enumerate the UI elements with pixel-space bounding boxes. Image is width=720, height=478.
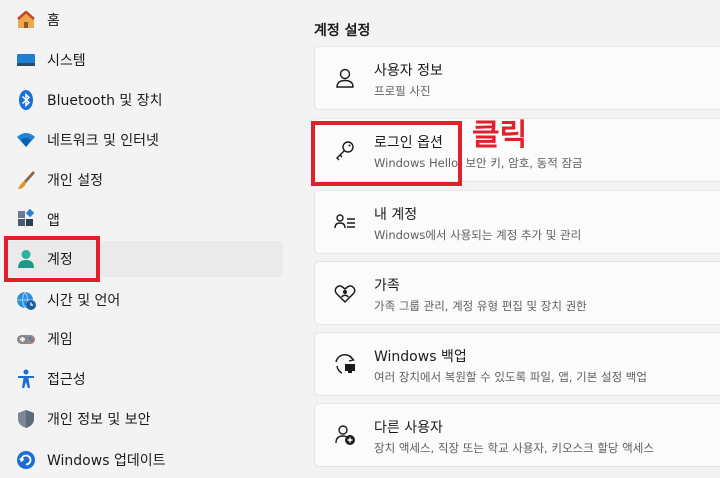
card-title: Windows 백업 <box>374 349 467 365</box>
sidebar-item-system[interactable]: 시스템 <box>4 42 283 78</box>
card-subtitle: 여러 장치에서 복원할 수 있도록 파일, 앱, 기본 설정 백업 <box>374 370 647 384</box>
sidebar-item-label: 시스템 <box>47 53 86 69</box>
monitor-icon <box>14 48 38 72</box>
section-title: 계정 설정 <box>314 23 371 39</box>
sidebar-item-network[interactable]: 네트워크 및 인터넷 <box>4 122 283 158</box>
sidebar-item-home[interactable]: 홈 <box>4 2 283 38</box>
highlight-box-sign-in-options <box>311 121 462 186</box>
sidebar-item-label: 시간 및 언어 <box>47 293 121 309</box>
family-heart-icon <box>332 280 358 306</box>
update-icon <box>14 448 38 472</box>
card-your-accounts[interactable]: 내 계정 Windows에서 사용되는 계정 추가 및 관리 <box>314 190 720 254</box>
accessibility-icon <box>14 367 38 391</box>
brush-icon <box>14 168 38 192</box>
highlight-box-accounts <box>4 236 100 282</box>
card-family[interactable]: 가족 가족 그룹 관리, 계정 유형 편집 및 장치 권한 <box>314 261 720 325</box>
annotation-click-label: 클릭 <box>472 118 528 153</box>
card-subtitle: 프로필 사진 <box>374 84 431 98</box>
sidebar-item-label: 개인 설정 <box>47 173 103 189</box>
sidebar-item-personalization[interactable]: 개인 설정 <box>4 162 283 198</box>
card-title: 내 계정 <box>374 207 418 223</box>
globe-clock-icon <box>14 288 38 312</box>
sidebar-item-label: 앱 <box>47 213 60 229</box>
bluetooth-icon <box>14 88 38 112</box>
sidebar-item-label: Bluetooth 및 장치 <box>47 93 163 109</box>
wifi-icon <box>14 128 38 152</box>
add-user-icon <box>332 422 358 448</box>
sidebar-item-apps[interactable]: 앱 <box>4 202 283 238</box>
home-icon <box>14 8 38 32</box>
card-title: 다른 사용자 <box>374 420 443 436</box>
backup-icon <box>332 351 358 377</box>
card-title: 가족 <box>374 278 400 294</box>
sidebar-item-label: 개인 정보 및 보안 <box>47 412 151 428</box>
sidebar-item-label: 홈 <box>47 13 60 29</box>
card-other-users[interactable]: 다른 사용자 장치 액세스, 직장 또는 학교 사용자, 키오스크 할당 액세스 <box>314 403 720 467</box>
sidebar-item-time-language[interactable]: 시간 및 언어 <box>4 282 283 318</box>
user-list-icon <box>332 209 358 235</box>
gamepad-icon <box>14 327 38 351</box>
sidebar-item-privacy[interactable]: 개인 정보 및 보안 <box>4 401 283 437</box>
card-windows-backup[interactable]: Windows 백업 여러 장치에서 복원할 수 있도록 파일, 앱, 기본 설… <box>314 332 720 396</box>
apps-icon <box>14 208 38 232</box>
sidebar-item-label: 네트워크 및 인터넷 <box>47 133 159 149</box>
sidebar-item-label: Windows 업데이트 <box>47 453 166 469</box>
sidebar-item-label: 게임 <box>47 332 73 348</box>
shield-icon <box>14 407 38 431</box>
card-user-info[interactable]: 사용자 정보 프로필 사진 <box>314 46 720 110</box>
card-subtitle: Windows에서 사용되는 계정 추가 및 관리 <box>374 228 582 242</box>
card-title: 사용자 정보 <box>374 63 443 79</box>
sidebar-item-bluetooth[interactable]: Bluetooth 및 장치 <box>4 82 283 118</box>
card-subtitle: 가족 그룹 관리, 계정 유형 편집 및 장치 권한 <box>374 299 587 313</box>
sidebar-item-accessibility[interactable]: 접근성 <box>4 361 283 397</box>
main-content: 계정 설정 사용자 정보 프로필 사진 로그인 옵션 Windows Hello… <box>300 0 720 473</box>
sidebar-item-label: 접근성 <box>47 372 86 388</box>
card-subtitle: 장치 액세스, 직장 또는 학교 사용자, 키오스크 할당 액세스 <box>374 441 654 455</box>
user-icon <box>332 65 358 91</box>
sidebar-item-gaming[interactable]: 게임 <box>4 321 283 357</box>
